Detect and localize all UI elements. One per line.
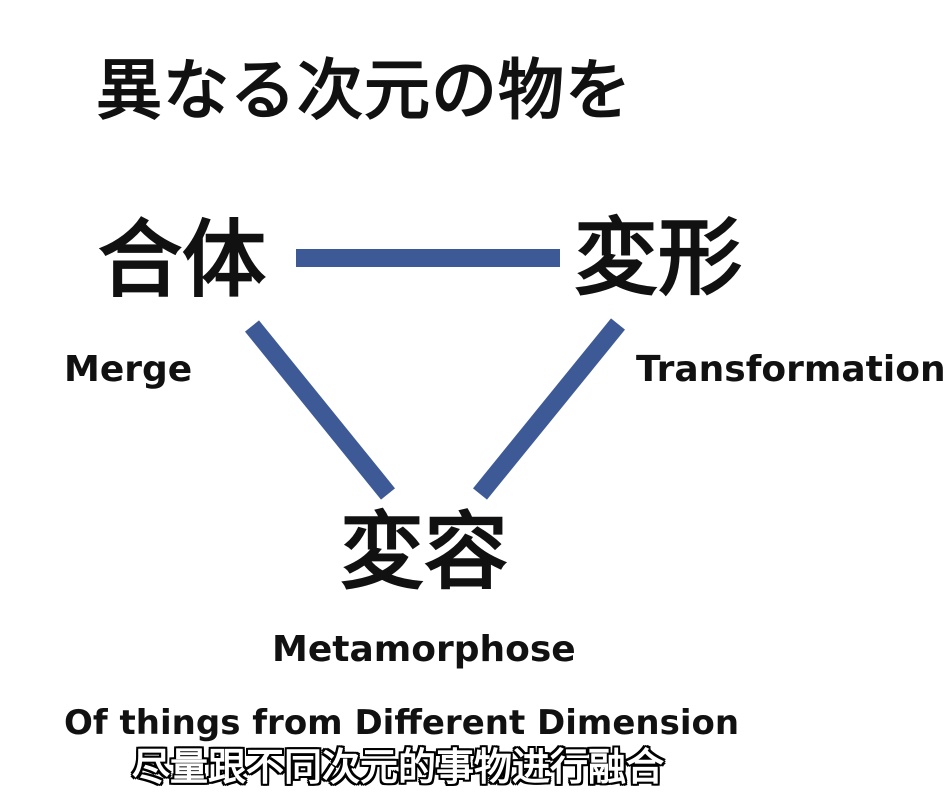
transformation-english-label: Transformation xyxy=(636,349,946,390)
footer-caption: Of things from Different Dimension xyxy=(64,703,740,743)
connector-merge-metamorphose xyxy=(245,320,395,500)
metamorphose-kanji-label: 変容 xyxy=(340,503,509,601)
transformation-kanji-label: 変形 xyxy=(574,209,743,307)
connector-lines xyxy=(245,249,625,500)
merge-english-label: Merge xyxy=(64,349,193,390)
metamorphose-english-label: Metamorphose xyxy=(272,629,576,670)
connector-transformation-metamorphose xyxy=(473,318,625,500)
video-subtitle: 尽量跟不同次元的事物进行融合 xyxy=(132,745,665,789)
merge-kanji-label: 合体 xyxy=(98,211,267,309)
